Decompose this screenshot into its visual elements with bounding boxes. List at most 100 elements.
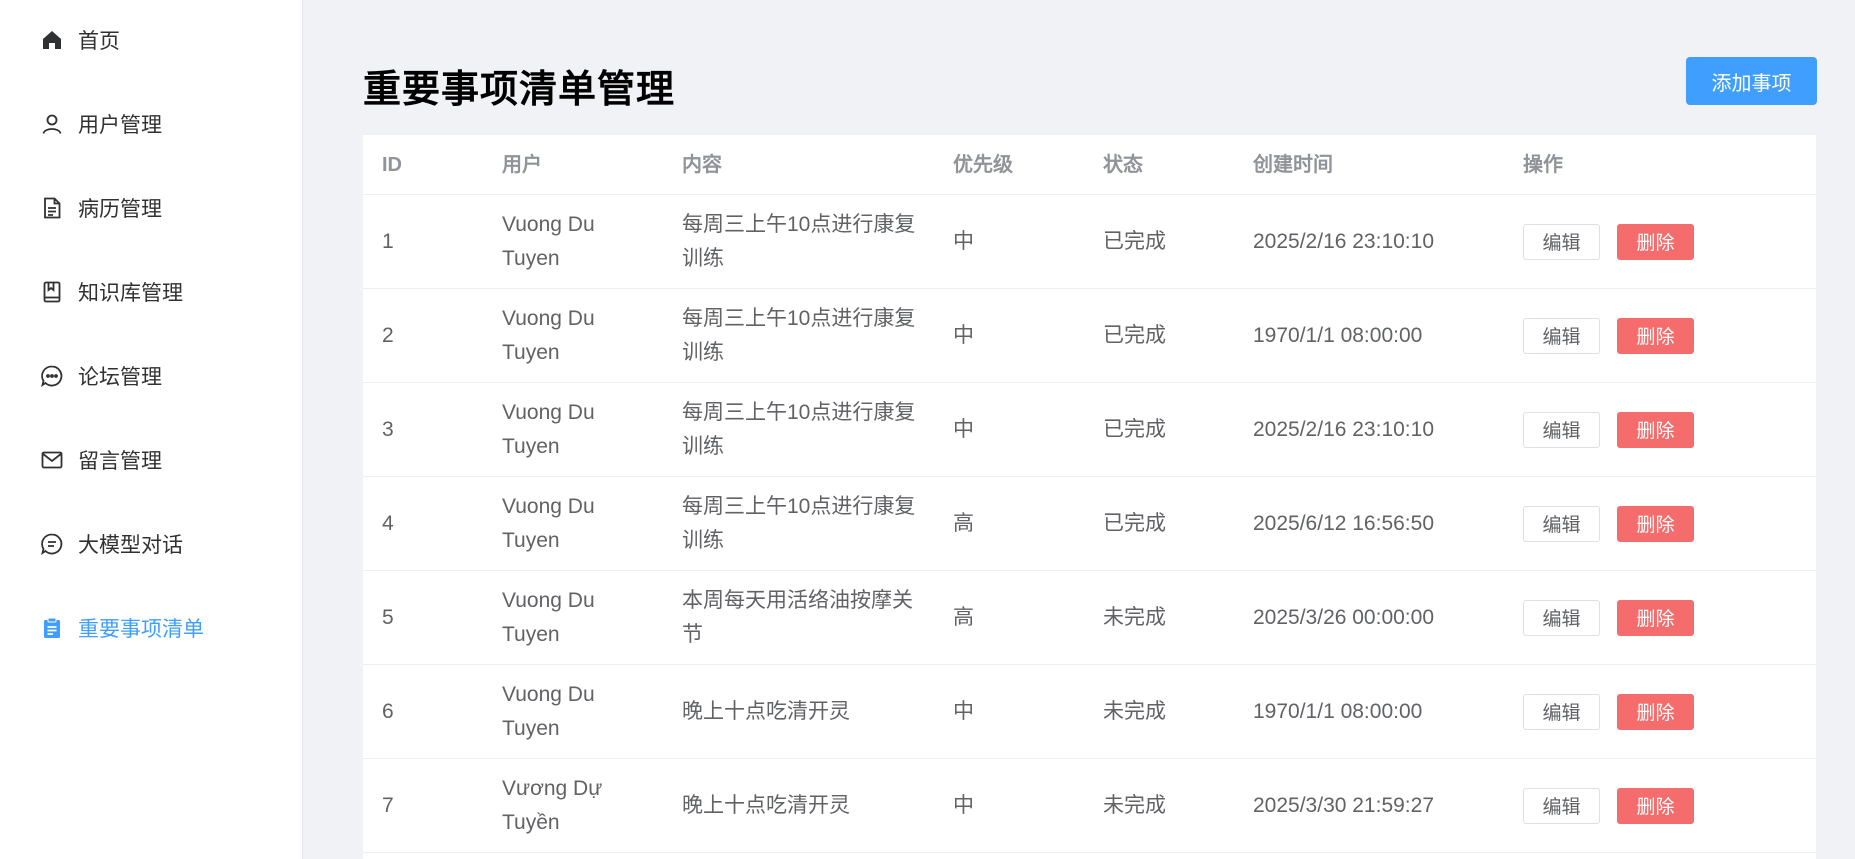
sidebar: 首页 用户管理 病历管理 知识库管理 论坛管理 留言管理 大模型对话 重要事项清… [0,0,303,859]
delete-button[interactable]: 删除 [1617,505,1694,542]
edit-button[interactable]: 编辑 [1523,787,1600,824]
cell-user: Vuong Du Tuyen [483,490,663,558]
cell-content-line: 节 [682,622,703,646]
sidebar-item-knowledge[interactable]: 知识库管理 [40,272,183,312]
edit-button[interactable]: 编辑 [1523,693,1600,730]
cell-user: Vuong Du Tuyen [483,396,663,464]
table-row: 6 Vuong Du Tuyen 晚上十点吃清开灵 中 未完成 1970/1/1 08:00… [363,665,1816,759]
cell-user: Vuong Du Tuyen [483,208,663,276]
sidebar-item-label: 论坛管理 [78,366,162,389]
chat-dots-icon [40,364,64,388]
cell-content-line: 每周三上午10点进行康复 [682,306,916,330]
cell-user: Vuong Du Tuyen [483,678,663,746]
items-table: ID 用户 内容 优先级 状态 创建时间 操作 1 Vuong Du Tuyen 每周… [363,135,1816,859]
cell-user-line: Tuyền [502,810,560,834]
cell-content: 每周三上午10点进行康复 训练 [663,302,934,370]
cell-content-line: 训练 [682,528,724,552]
cell-priority: 中 [953,229,974,253]
cell-priority: 中 [953,417,974,441]
cell-created: 2025/3/30 21:59:27 [1253,793,1435,817]
cell-actions: 编辑 删除 [1504,693,1816,730]
user-icon [40,112,64,136]
sidebar-item-label: 重要事项清单 [78,618,204,641]
cell-content: 晚上十点吃清开灵 [663,789,934,823]
edit-button[interactable]: 编辑 [1523,505,1600,542]
cell-id: 4 [382,511,394,535]
cell-user: Vuong Du Tuyen [483,302,663,370]
column-header-content[interactable]: 内容 [663,148,934,182]
column-header-created[interactable]: 创建时间 [1234,148,1504,182]
cell-user-line: Tuyen [502,434,560,458]
cell-user-line: Vuong Du [502,212,595,236]
sidebar-item-label: 首页 [78,30,120,53]
edit-button[interactable]: 编辑 [1523,223,1600,260]
cell-id: 5 [382,605,394,629]
cell-id: 7 [382,793,394,817]
cell-user-line: Tuyen [502,340,560,364]
column-header-id[interactable]: ID [363,148,483,182]
cell-priority: 中 [953,699,974,723]
add-item-button[interactable]: 添加事项 [1686,57,1817,105]
document-icon [40,196,64,220]
clipboard-icon [40,616,64,640]
sidebar-item-home[interactable]: 首页 [40,20,120,60]
delete-button[interactable]: 删除 [1617,599,1694,636]
cell-user: Vương Dự Tuyền [483,772,663,840]
delete-button[interactable]: 删除 [1617,693,1694,730]
cell-status: 已完成 [1103,417,1166,441]
sidebar-item-records[interactable]: 病历管理 [40,188,162,228]
column-header-priority[interactable]: 优先级 [934,148,1084,182]
cell-created: 2025/6/12 16:56:50 [1253,511,1435,535]
cell-status: 未完成 [1103,793,1166,817]
table-row: 3 Vuong Du Tuyen 每周三上午10点进行康复 训练中已完成 2025/2/1… [363,383,1816,477]
cell-priority: 中 [953,323,974,347]
cell-content-line: 晚上十点吃清开灵 [682,793,850,817]
cell-actions: 编辑 删除 [1504,599,1816,636]
sidebar-item-users[interactable]: 用户管理 [40,104,162,144]
sidebar-item-important-list[interactable]: 重要事项清单 [40,608,204,648]
book-icon [40,280,64,304]
sidebar-item-label: 留言管理 [78,450,162,473]
cell-id: 2 [382,323,394,347]
cell-actions: 编辑 删除 [1504,787,1816,824]
column-header-status[interactable]: 状态 [1084,148,1234,182]
cell-user-line: Tuyen [502,246,560,270]
delete-button[interactable]: 删除 [1617,317,1694,354]
delete-button[interactable]: 删除 [1617,223,1694,260]
cell-status: 未完成 [1103,699,1166,723]
cell-actions: 编辑 删除 [1504,223,1816,260]
cell-content-line: 每周三上午10点进行康复 [682,212,916,236]
cell-actions: 编辑 删除 [1504,411,1816,448]
sidebar-item-forum[interactable]: 论坛管理 [40,356,162,396]
table-header-row: ID 用户 内容 优先级 状态 创建时间 操作 [363,135,1816,195]
cell-priority: 高 [953,605,974,629]
cell-status: 已完成 [1103,229,1166,253]
home-icon [40,28,64,52]
cell-content-line: 训练 [682,434,724,458]
sidebar-item-label: 知识库管理 [78,282,183,305]
cell-content-line: 训练 [682,246,724,270]
table-row: 4 Vuong Du Tuyen 每周三上午10点进行康复 训练高已完成 2025/6/1… [363,477,1816,571]
sidebar-item-messages[interactable]: 留言管理 [40,440,162,480]
edit-button[interactable]: 编辑 [1523,317,1600,354]
column-header-user[interactable]: 用户 [483,148,663,182]
mail-icon [40,448,64,472]
cell-content: 每周三上午10点进行康复 训练 [663,490,934,558]
main-content: 重要事项清单管理 添加事项 ID 用户 内容 优先级 状态 创建时间 操作 1 V… [303,0,1855,859]
delete-button[interactable]: 删除 [1617,411,1694,448]
cell-content-line: 训练 [682,340,724,364]
cell-user-line: Tuyen [502,622,560,646]
cell-content-line: 每周三上午10点进行康复 [682,400,916,424]
sidebar-item-label: 大模型对话 [78,534,183,557]
table-row: 1 Vuong Du Tuyen 每周三上午10点进行康复 训练中已完成 2025/2/1… [363,195,1816,289]
cell-user-line: Vuong Du [502,494,595,518]
cell-status: 已完成 [1103,323,1166,347]
cell-created: 1970/1/1 08:00:00 [1253,323,1423,347]
cell-content-line: 晚上十点吃清开灵 [682,699,850,723]
edit-button[interactable]: 编辑 [1523,411,1600,448]
cell-user-line: Vuong Du [502,400,595,424]
sidebar-item-llm-chat[interactable]: 大模型对话 [40,524,183,564]
cell-user: Vuong Du Tuyen [483,584,663,652]
edit-button[interactable]: 编辑 [1523,599,1600,636]
delete-button[interactable]: 删除 [1617,787,1694,824]
